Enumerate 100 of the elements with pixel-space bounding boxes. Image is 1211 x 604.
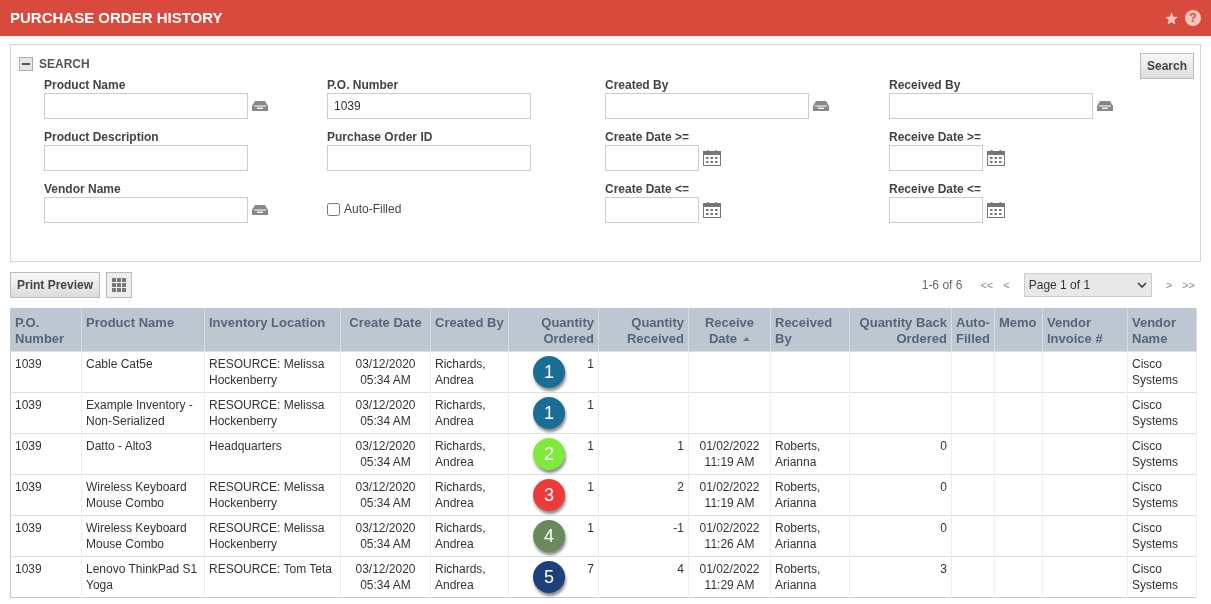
table-cell: 1039 [15, 357, 42, 371]
table-cell: 1 [587, 398, 594, 412]
table-cell: 1039 [15, 521, 42, 535]
table-cell: Richards, Andrea [435, 562, 486, 592]
table-cell: Cisco Systems [1132, 480, 1178, 510]
table-cell: 03/12/2020 05:34 AM [355, 521, 416, 551]
chevron-down-icon [1136, 282, 1147, 288]
lookup-tray-icon[interactable] [813, 100, 829, 112]
input-field[interactable] [889, 93, 1093, 119]
field-label: Product Name [44, 78, 127, 93]
checkbox-label: Auto-Filled [344, 201, 402, 218]
table-cell: Richards, Andrea [435, 480, 486, 510]
next-page-link[interactable]: > [1165, 276, 1173, 294]
table-cell: RESOURCE: Melissa Hockenberry [209, 357, 325, 387]
field-label: Product Description [44, 130, 160, 145]
input-field[interactable] [605, 197, 699, 223]
field-label: Created By [605, 78, 670, 93]
table-cell: 4 [677, 562, 684, 576]
calendar-icon[interactable] [987, 150, 1005, 166]
table-cell: RESOURCE: Melissa Hockenberry [209, 398, 325, 428]
table-cell: 03/12/2020 05:34 AM [355, 562, 416, 592]
number-badge: 5 [533, 561, 565, 593]
table-cell: RESOURCE: Tom Teta [209, 562, 332, 576]
last-page-link[interactable]: >> [1182, 276, 1195, 294]
table-cell: Wireless Keyboard Mouse Combo [86, 480, 187, 510]
column-header[interactable]: Receive Date [688, 308, 771, 352]
column-header[interactable]: Quantity Back Ordered [849, 308, 952, 352]
input-field[interactable]: 1039 [327, 93, 531, 119]
table-cell: RESOURCE: Melissa Hockenberry [209, 521, 325, 551]
table-cell: 03/12/2020 05:34 AM [355, 480, 416, 510]
table-cell: Richards, Andrea [435, 521, 486, 551]
input-field[interactable] [327, 145, 531, 171]
table-cell: 01/02/2022 11:26 AM [699, 521, 760, 551]
favorite-star-icon[interactable] [1164, 10, 1179, 26]
column-header[interactable]: Created By [430, 308, 509, 352]
lookup-tray-icon[interactable] [1097, 100, 1113, 112]
table-cell: 1 [587, 439, 594, 453]
table-cell: Cisco Systems [1132, 398, 1178, 428]
field-label: Received By [889, 78, 962, 93]
column-header[interactable]: Vendor Invoice # [1042, 308, 1128, 352]
column-header[interactable]: Product Name [81, 308, 205, 352]
table-cell: Roberts, Arianna [775, 439, 821, 469]
column-header[interactable]: Create Date [340, 308, 431, 352]
table-cell: 3 [940, 562, 947, 576]
calendar-icon[interactable] [703, 150, 721, 166]
previous-page-link[interactable]: < [1003, 276, 1010, 294]
page-select[interactable]: Page 1 of 1 [1023, 273, 1152, 297]
table-cell: 0 [940, 439, 947, 453]
input-field[interactable] [605, 145, 699, 171]
record-range: 1-6 of 6 [921, 277, 963, 294]
table-cell: 01/02/2022 11:19 AM [699, 439, 760, 469]
help-button[interactable]: ? [1185, 10, 1201, 26]
table-cell: 2 [677, 480, 684, 494]
column-header[interactable]: P.O. Number [10, 308, 82, 352]
column-header[interactable]: Vendor Name [1127, 308, 1197, 352]
section-title: SEARCH [39, 56, 90, 73]
table-cell: 7 [587, 562, 594, 576]
page-title: PURCHASE ORDER HISTORY [10, 7, 223, 28]
table-cell: Cisco Systems [1132, 562, 1178, 592]
table-cell: 1 [677, 439, 684, 453]
grid-icon [111, 277, 128, 293]
column-header[interactable]: Memo [994, 308, 1043, 352]
column-grid-button[interactable] [106, 272, 133, 298]
table-cell: Headquarters [209, 439, 282, 453]
table-cell: 1 [587, 480, 594, 494]
input-field[interactable] [44, 197, 248, 223]
number-badge: 1 [533, 397, 565, 429]
number-badge: 3 [533, 479, 565, 511]
lookup-tray-icon[interactable] [252, 100, 268, 112]
calendar-icon[interactable] [703, 202, 721, 218]
input-field[interactable] [605, 93, 809, 119]
table-cell: RESOURCE: Melissa Hockenberry [209, 480, 325, 510]
table-cell: 1 [587, 521, 594, 535]
table-cell: 03/12/2020 05:34 AM [355, 357, 416, 387]
column-header[interactable]: Quantity Ordered [508, 308, 599, 352]
field-label: Purchase Order ID [327, 130, 434, 145]
print-preview-button[interactable]: Print Preview [10, 272, 101, 298]
search-button[interactable]: Search [1139, 53, 1194, 79]
sort-ascending-icon [743, 336, 751, 341]
auto-filled-checkbox[interactable] [327, 202, 340, 216]
field-label: P.O. Number [327, 78, 400, 93]
input-field[interactable] [44, 93, 248, 119]
number-badge: 1 [533, 356, 565, 388]
number-badge: 2 [533, 438, 565, 470]
column-header[interactable]: Quantity Received [598, 308, 689, 352]
first-page-link[interactable]: << [980, 276, 994, 294]
table-cell: 1039 [15, 439, 42, 453]
calendar-icon[interactable] [987, 202, 1005, 218]
input-field[interactable] [44, 145, 248, 171]
input-field[interactable] [889, 145, 983, 171]
column-header[interactable]: Inventory Location [204, 308, 341, 352]
column-header[interactable]: Received By [770, 308, 850, 352]
lookup-tray-icon[interactable] [252, 204, 268, 216]
field-label: Create Date >= [605, 130, 691, 145]
table-cell: Example Inventory - Non-Serialized [86, 398, 193, 428]
table-cell: 0 [940, 521, 947, 535]
input-field[interactable] [889, 197, 983, 223]
table-cell: Wireless Keyboard Mouse Combo [86, 521, 187, 551]
collapse-toggle[interactable] [19, 57, 33, 71]
column-header[interactable]: Auto-Filled [951, 308, 995, 352]
